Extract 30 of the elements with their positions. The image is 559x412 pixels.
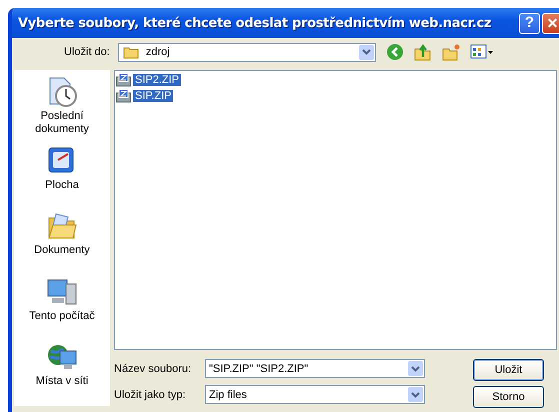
window-title: Vyberte soubory, které chcete odeslat prostřednictvím web.nacr.cz	[18, 16, 492, 30]
places-item[interactable]: Poslední dokumenty	[15, 76, 109, 146]
places-label: Místa v síti	[36, 374, 88, 388]
file-item[interactable]: SIP.ZIP	[116, 88, 555, 104]
file-name: SIP.ZIP	[133, 90, 174, 102]
places-item[interactable]: Dokumenty	[15, 210, 109, 276]
file-name: SIP2.ZIP	[133, 74, 182, 86]
help-button[interactable]: ?	[519, 12, 540, 34]
places-item[interactable]: Plocha	[15, 145, 109, 210]
places-label: Dokumenty	[34, 244, 90, 258]
places-item[interactable]: Tento počítač	[15, 276, 109, 341]
file-type-dropdown[interactable]: Zip files	[205, 385, 425, 404]
save-button[interactable]: Uložit	[473, 359, 544, 381]
file-item[interactable]: SIP2.ZIP	[116, 72, 555, 88]
cancel-button[interactable]: Storno	[473, 386, 544, 408]
save-in-label: Uložit do:	[64, 46, 110, 58]
file-type-label: Uložit jako typ:	[114, 388, 187, 400]
folder-icon	[122, 46, 139, 58]
file-name-field[interactable]: "SIP.ZIP" "SIP2.ZIP"	[205, 359, 425, 378]
up-folder-icon[interactable]	[414, 43, 432, 61]
places-item[interactable]: Místa v síti	[15, 340, 109, 406]
file-name-label: Název souboru:	[114, 362, 192, 374]
places-label: Plocha	[45, 179, 79, 192]
places-label: Tento počítač	[29, 310, 95, 323]
save-in-dropdown[interactable]: zdroj	[118, 42, 376, 62]
view-menu-icon[interactable]	[470, 44, 494, 60]
back-icon[interactable]	[386, 43, 404, 61]
new-folder-icon[interactable]	[442, 43, 460, 61]
places-label: Poslední dokumenty	[34, 110, 90, 136]
close-button[interactable]: ×	[542, 12, 559, 34]
